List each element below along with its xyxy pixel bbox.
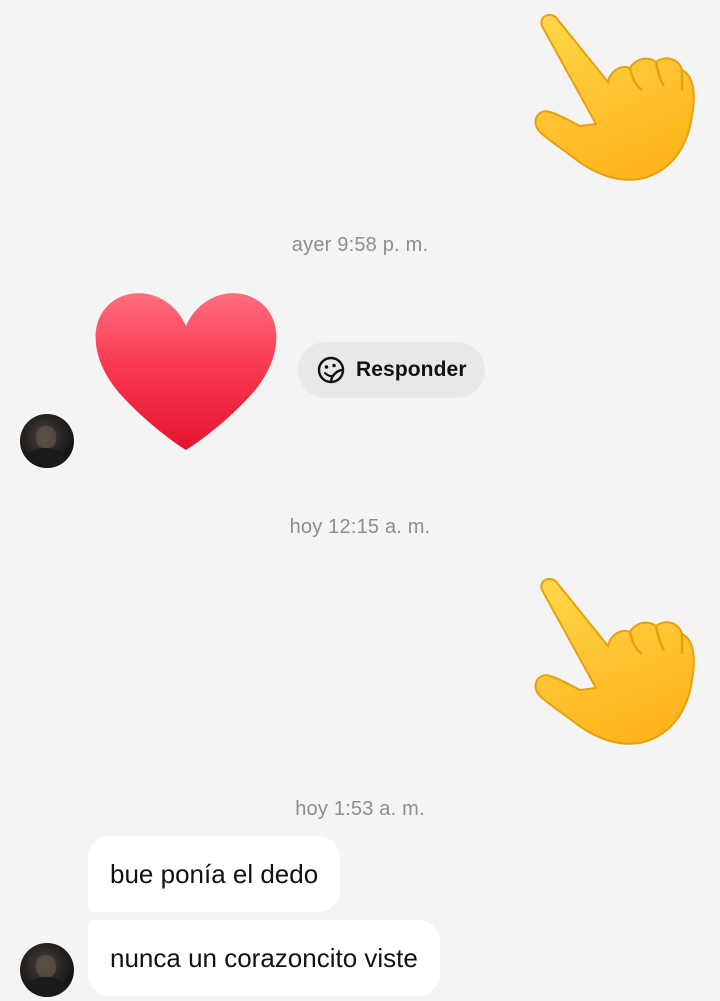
message-text: nunca un corazoncito viste	[110, 942, 418, 973]
reply-button[interactable]: Responder	[298, 342, 485, 398]
avatar[interactable]	[20, 414, 74, 468]
message-bubble[interactable]: nunca un corazoncito viste	[88, 920, 440, 996]
red-heart-emoji[interactable]	[92, 286, 280, 454]
message-text: bue ponía el dedo	[110, 858, 319, 889]
pointing-down-hand-emoji[interactable]	[532, 576, 698, 748]
sticker-icon	[317, 356, 345, 384]
timestamp: hoy 12:15 a. m.	[289, 516, 431, 538]
pointing-down-hand-emoji[interactable]	[532, 12, 698, 184]
timestamp: ayer 9:58 p. m.	[291, 234, 429, 256]
chat-thread: ayer 9:58 p. m. Responder hoy 12:15 a. m…	[0, 0, 720, 1001]
timestamp: hoy 1:53 a. m.	[295, 798, 425, 820]
avatar[interactable]	[20, 943, 74, 997]
message-bubble[interactable]: bue ponía el dedo	[88, 836, 341, 912]
reply-button-label: Responder	[356, 358, 467, 381]
